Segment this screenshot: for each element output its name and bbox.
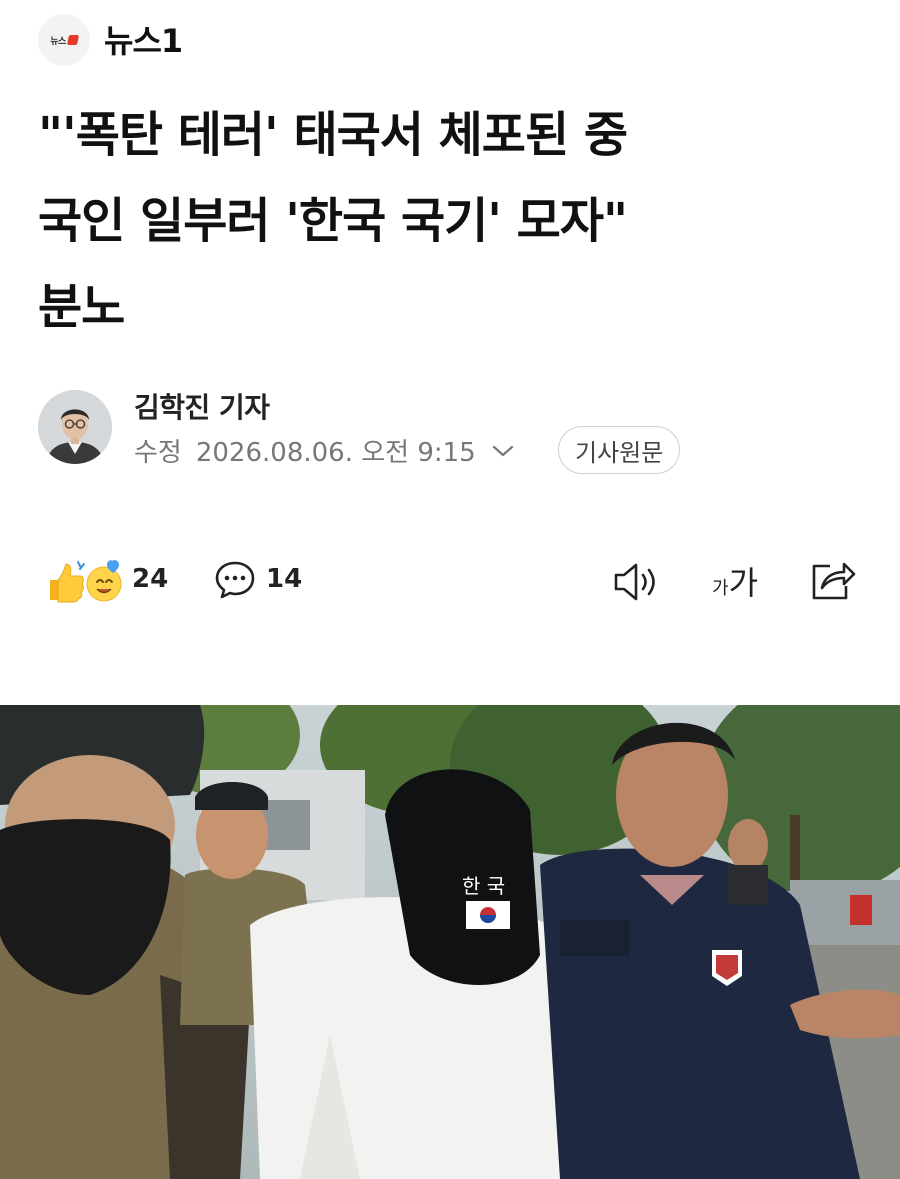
headline-line: "'폭탄 테러' 태국서 체포된 중 [38,107,628,163]
reactions-count[interactable]: 24 [132,564,168,594]
modified-datetime: 2026.08.06. 오전 9:15 [195,438,476,468]
comment-icon[interactable] [214,560,256,600]
headline-line: 분노 [38,279,125,335]
font-size-small: 가 [712,578,729,599]
cap-text: 한 국 [462,874,505,898]
publisher-name[interactable]: 뉴스1 [104,16,183,62]
smile-face-icon [86,560,122,602]
share-icon[interactable] [808,558,858,604]
modified-label: 수정 [134,438,182,468]
speaker-icon[interactable] [612,560,662,604]
headline-line: 국인 일부러 '한국 국기' 모자" [38,193,628,249]
publisher-logo-text: 뉴스 [50,36,66,47]
article-photo[interactable]: 한 국 [0,705,900,1179]
article-meta: 수정 2026.08.06. 오전 9:15 [134,432,514,469]
publisher-logo-mark [66,35,79,45]
publisher-logo[interactable]: 뉴스 [38,14,90,66]
author-name[interactable]: 김학진 기자 [134,386,270,426]
font-size-icon[interactable]: 가가 [712,558,758,604]
original-article-button[interactable]: 기사원문 [558,426,681,474]
comments-count[interactable]: 14 [266,564,302,594]
article-headline: "'폭탄 테러' 태국서 체포된 중 국인 일부러 '한국 국기' 모자" 분노 [38,92,858,350]
reactions-button[interactable] [44,558,126,604]
font-size-large: 가 [728,564,759,602]
author-avatar[interactable] [38,390,112,464]
chevron-down-icon[interactable] [492,444,514,458]
